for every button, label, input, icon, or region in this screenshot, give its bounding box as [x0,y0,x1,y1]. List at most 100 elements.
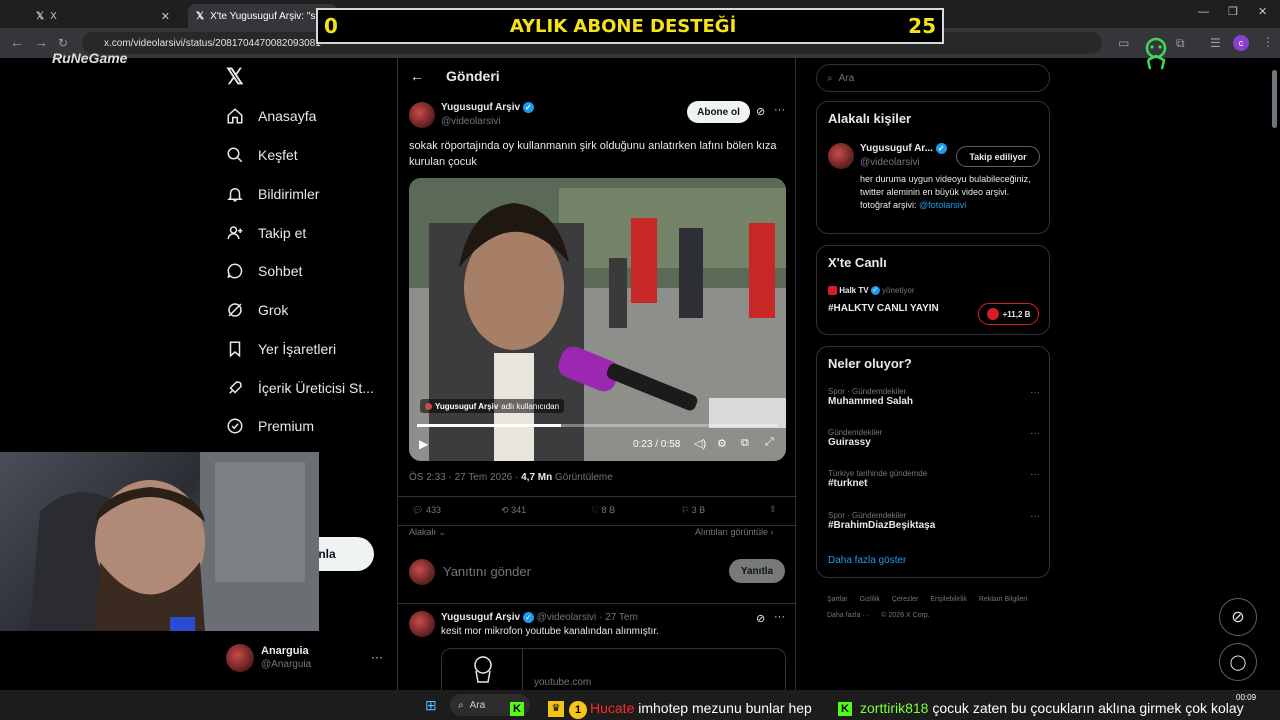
relevance-dropdown[interactable]: Alakalı ⌄ [409,527,446,538]
reload-icon[interactable]: ↻ [58,36,68,50]
search-icon: ⌕ [458,699,464,711]
trend-more-icon[interactable]: ··· [1030,469,1040,480]
live-stream-title[interactable]: #HALKTV CANLI YAYIN [828,303,939,314]
reply-submit-button[interactable]: Yanıtla [729,559,785,583]
page-scrollbar[interactable] [1272,70,1277,128]
account-avatar[interactable] [226,644,254,672]
reply-more-icon[interactable]: ··· [774,611,785,623]
messages-floating-button[interactable]: ◯ [1219,643,1257,681]
footer-link[interactable]: Gizlilik [860,592,880,608]
close-tab-icon[interactable]: ✕ [161,10,170,23]
chevron-down-icon: ⌄ [438,527,447,537]
video-attribution[interactable]: Yugusuguf Arşiv adlı kullanıcıdan [420,399,565,413]
following-button[interactable]: Takip ediliyor [956,146,1040,167]
play-icon[interactable]: ▶ [419,437,428,451]
windows-start-icon[interactable]: ⊞ [425,697,437,714]
reply-input[interactable]: Yanıtını gönder [443,564,531,579]
grok-floating-button[interactable]: ⊘ [1219,598,1257,636]
sidebar-item-chat[interactable]: Sohbet [226,256,302,286]
chat-icon [227,263,243,279]
bookmark-action[interactable]: ⚐ 3 B [681,505,705,516]
sidebar-item-premium[interactable]: Premium [226,411,314,441]
trend-item[interactable]: Türkiye tarihinde gündemde #turknet ··· [828,469,1040,489]
like-action[interactable]: ♡ 8 B [591,505,615,516]
show-more-link[interactable]: Daha fazla göster [828,555,906,566]
extensions-icon[interactable]: ⧉ [1176,36,1185,51]
subscribe-button[interactable]: Abone ol [687,101,750,123]
live-listeners-pill[interactable]: +11,2 B [978,303,1039,325]
live-channel-row[interactable]: Halk TV ✓ yönetiyor [828,286,915,296]
account-name: Anarguia [261,645,309,657]
back-arrow-icon[interactable]: ← [410,68,424,84]
x-home-logo[interactable]: 𝕏 [226,64,244,90]
streamer-mascot-icon [1142,36,1170,70]
reply-action[interactable]: 💬︎ 433 [412,505,441,516]
attribution-suffix: adlı kullanıcıdan [501,401,560,411]
author-name-row[interactable]: Yugusuguf Arşiv ✓ [441,102,534,113]
fullscreen-icon[interactable]: ⤢ [765,436,774,449]
footer-link[interactable]: Şartlar [827,592,848,608]
related-avatar[interactable] [828,143,854,169]
maximize-icon[interactable]: ❐ [1228,5,1238,18]
profile-avatar[interactable]: c [1233,35,1249,51]
sidebar-item-notifications[interactable]: Bildirimler [226,179,319,209]
related-name-row[interactable]: Yugusuguf Ar... ✓ [860,143,947,154]
trend-item[interactable]: Spor · Gündemdekiler Muhammed Salah ··· [828,387,1040,407]
reply-author-name[interactable]: Yugusuguf Arşiv [441,612,520,623]
sidebar-item-bookmarks[interactable]: Yer İşaretleri [226,334,336,364]
verified-badge-icon: ✓ [522,612,534,623]
video-progress-track[interactable] [417,424,778,427]
tweet-video-player[interactable]: Yugusuguf Arşiv adlı kullanıcıdan ▶ 0:23… [409,178,786,461]
link-card[interactable]: youtube.com [441,648,786,692]
related-people-card: Alakalı kişiler Yugusuguf Ar... ✓ @video… [816,101,1050,234]
url-text: x.com/videolarsivi/status/20817044700820… [104,37,321,49]
trend-item[interactable]: Spor · Gündemdekiler #BrahimDiazBeşiktaş… [828,511,1040,531]
sidebar-item-home[interactable]: Anasayfa [226,101,316,131]
grok-explain-icon[interactable]: ⊘ [756,105,765,118]
minimize-icon[interactable]: — [1198,6,1209,18]
tab-label: X [50,10,57,22]
share-icon[interactable]: ⇪ [769,504,777,515]
reply-author-avatar[interactable] [409,611,435,637]
reply-text: kesit mor mikrofon youtube kanalından al… [441,626,659,637]
forward-icon[interactable]: → [34,34,48,50]
sidebar-item-label: Keşfet [258,147,298,163]
x-logo-icon: 𝕏 [36,10,45,22]
reply-submit-label: Yanıtla [740,565,774,577]
cast-icon[interactable]: ▭ [1118,36,1129,50]
tweet-timestamp[interactable]: ÖS 2:33 · 27 Tem 2026 · [409,472,518,483]
author-avatar[interactable] [409,102,435,128]
volume-icon[interactable]: ◁) [694,437,706,450]
settings-icon[interactable]: ⚙ [717,437,727,450]
related-bio-link[interactable]: @fotolarsivi [919,200,966,210]
search-bar[interactable]: ⌕ Ara [816,64,1050,92]
account-more-icon[interactable]: ··· [371,650,383,664]
streamer-webcam [0,452,319,631]
trend-more-icon[interactable]: ··· [1030,428,1040,439]
bell-icon [227,188,243,202]
browser-tab-x[interactable]: 𝕏 X ✕ [28,4,178,28]
footer-link[interactable]: Çerezler [892,592,918,608]
footer-link[interactable]: Daha fazla ··· [827,608,869,624]
sidebar-item-follow[interactable]: Takip et [226,218,306,248]
footer-link[interactable]: Reklam Bilgileri [979,592,1027,608]
footer-copyright: © 2026 X Corp. [881,612,930,619]
back-icon[interactable]: ← [10,34,24,50]
trend-more-icon[interactable]: ··· [1030,511,1040,522]
menu-icon[interactable]: ⋮ [1262,35,1274,49]
trend-more-icon[interactable]: ··· [1030,387,1040,398]
trend-item[interactable]: Gündemdekiler Guirassy ··· [828,428,1040,448]
tweet-views: 4,7 Mn [521,472,553,483]
search-icon: ⌕ [827,72,833,84]
grok-explain-icon[interactable]: ⊘ [756,612,765,625]
sidebar-item-explore[interactable]: Keşfet [226,140,298,170]
view-quotes-link[interactable]: Alıntıları görüntüle › [695,527,774,537]
repost-action[interactable]: ⟲ 341 [501,505,526,516]
footer-link[interactable]: Erişilebilirlik [930,592,967,608]
sidebar-item-grok[interactable]: Grok [226,295,288,325]
pip-icon[interactable]: ⧉ [741,437,749,450]
reading-list-icon[interactable]: ☰ [1210,36,1221,50]
tweet-more-icon[interactable]: ··· [774,104,785,116]
close-window-icon[interactable]: ✕ [1258,5,1267,18]
sidebar-item-creator-studio[interactable]: İçerik Üreticisi St... [226,373,374,403]
